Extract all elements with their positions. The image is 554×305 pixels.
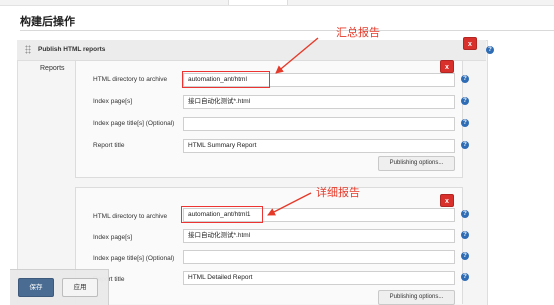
delete-report-2-button[interactable]: x: [440, 194, 454, 207]
section-divider: [20, 30, 554, 31]
help-icon[interactable]: ?: [461, 210, 469, 218]
save-button[interactable]: 保存: [18, 278, 54, 297]
active-tab[interactable]: [228, 0, 288, 5]
field-label-html-dir: HTML directory to archive: [93, 76, 168, 83]
help-icon[interactable]: ?: [461, 252, 469, 260]
report-title-input[interactable]: HTML Summary Report: [183, 139, 455, 153]
field-label-html-dir: HTML directory to archive: [93, 213, 168, 220]
help-icon[interactable]: ?: [461, 231, 469, 239]
apply-button[interactable]: 应用: [62, 278, 98, 297]
report-block-2: [75, 187, 463, 304]
field-label-index-titles: Index page title[s] (Optional): [93, 120, 175, 127]
annotation-detail: 详细报告: [316, 186, 360, 199]
section-title: 构建后操作: [20, 15, 75, 28]
help-icon[interactable]: ?: [461, 75, 469, 83]
index-pages-input[interactable]: 接口自动化测试*.html: [183, 95, 455, 109]
field-label-index-titles: Index page title[s] (Optional): [93, 255, 175, 262]
index-titles-input[interactable]: [183, 250, 455, 264]
help-icon[interactable]: ?: [461, 119, 469, 127]
report-title-input[interactable]: HTML Detailed Report: [183, 271, 455, 285]
field-label-report-title: Report title: [93, 142, 125, 149]
help-icon[interactable]: ?: [461, 273, 469, 281]
index-pages-input[interactable]: 接口自动化测试*.html: [183, 229, 455, 243]
help-icon[interactable]: ?: [461, 97, 469, 105]
drag-handle-icon[interactable]: [25, 45, 31, 54]
publishing-options-button[interactable]: Publishing options...: [378, 290, 455, 305]
publisher-title: Publish HTML reports: [38, 46, 106, 53]
reports-label: Reports: [40, 65, 65, 72]
delete-publisher-button[interactable]: x: [463, 37, 477, 50]
annotation-summary: 汇总报告: [336, 26, 380, 39]
highlight-box-summary: [182, 71, 270, 88]
help-icon[interactable]: ?: [486, 46, 494, 54]
field-label-index-pages: Index page[s]: [93, 234, 133, 241]
help-icon[interactable]: ?: [461, 141, 469, 149]
delete-report-1-button[interactable]: x: [440, 60, 454, 73]
index-titles-input[interactable]: [183, 117, 455, 131]
publishing-options-button[interactable]: Publishing options...: [378, 156, 455, 171]
field-label-index-pages: Index page[s]: [93, 98, 133, 105]
highlight-box-detail: [181, 206, 263, 223]
